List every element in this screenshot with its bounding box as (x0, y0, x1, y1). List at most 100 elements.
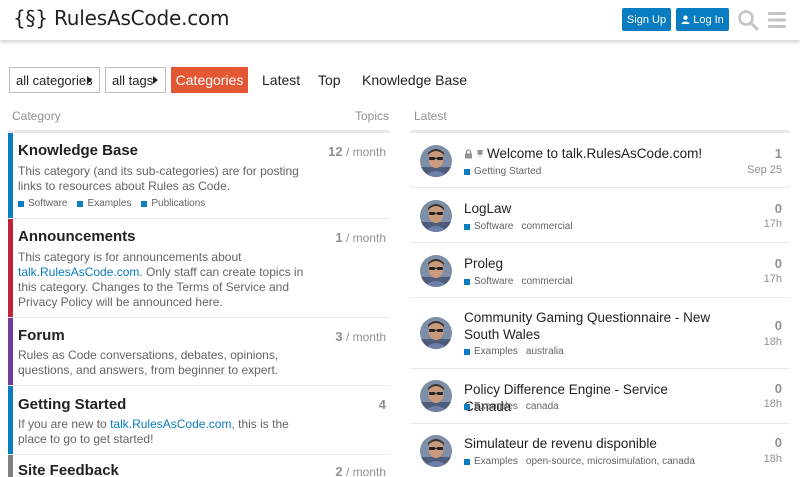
subcategory-list: Software Examples Publications (18, 198, 205, 209)
topic-row[interactable]: Community Gaming Questionnaire - New Sou… (410, 298, 790, 369)
topic-title[interactable]: Community Gaming Questionnaire - New Sou… (464, 309, 714, 343)
topic-count: 3 / month (335, 329, 386, 344)
activity-age[interactable]: 18h (764, 336, 782, 348)
category-row[interactable]: Announcements This category is for annou… (8, 219, 390, 318)
reply-count: 0 (774, 201, 782, 216)
reply-count: 0 (774, 318, 782, 333)
category-badge[interactable]: Examples (464, 346, 518, 357)
reply-count: 0 (774, 256, 782, 271)
category-badge-icon (464, 348, 470, 355)
category-badge[interactable]: Software (464, 276, 513, 287)
avatar[interactable] (420, 145, 452, 177)
category-name[interactable]: Knowledge Base (18, 142, 138, 159)
signup-button[interactable]: Sign Up (622, 8, 671, 31)
topic-title[interactable]: Proleg (464, 255, 714, 272)
category-description: Rules as Code conversations, debates, op… (18, 348, 279, 377)
caret-right-icon (87, 76, 92, 84)
topic-row[interactable]: Proleg Software commercial 0 17h (410, 243, 790, 298)
topic-meta: Examples australia (464, 346, 564, 357)
description-link[interactable]: talk.RulesAsCode.com (18, 265, 139, 279)
tab-latest[interactable]: Latest (262, 67, 300, 93)
site-header: {§} RulesAsCode.com Sign Up Log In (0, 0, 800, 40)
topic-meta: Examples open-source, microsimulation, c… (464, 456, 695, 467)
site-logo[interactable]: {§} RulesAsCode.com (13, 6, 230, 30)
subcategory-link[interactable]: Publications (141, 198, 205, 209)
category-row[interactable]: Forum Rules as Code conversations, debat… (8, 318, 390, 386)
activity-age[interactable]: 18h (764, 398, 782, 410)
tags-dropdown[interactable]: all tags (105, 67, 166, 93)
lock-icon (465, 149, 472, 159)
search-icon[interactable] (737, 9, 759, 31)
category-row[interactable]: Knowledge Base This category (and its su… (8, 133, 390, 219)
description-link[interactable]: talk.RulesAsCode.com (110, 417, 231, 431)
topic-count: 1 / month (335, 230, 386, 245)
topic-meta: Software commercial (464, 221, 573, 232)
avatar[interactable] (420, 380, 452, 412)
category-color-bar (8, 219, 13, 317)
tab-categories[interactable]: Categories (171, 67, 248, 93)
topic-tag[interactable]: australia (526, 346, 564, 357)
category-color-bar (8, 386, 13, 454)
category-badge-icon (141, 200, 148, 207)
category-dropdown-label: all categories (16, 72, 93, 88)
activity-age[interactable]: 17h (764, 273, 782, 285)
topic-tag[interactable]: commercial (521, 276, 572, 287)
hamburger-icon[interactable] (767, 10, 787, 30)
topic-tag[interactable]: commercial (521, 221, 572, 232)
topic-meta: Getting Started (464, 166, 541, 177)
category-color-bar (8, 133, 13, 218)
activity-age[interactable]: 17h (764, 218, 782, 230)
category-name[interactable]: Site Feedback (18, 462, 119, 477)
avatar[interactable] (420, 200, 452, 232)
avatar[interactable] (420, 255, 452, 287)
reply-count: 0 (774, 435, 782, 450)
category-color-bar (8, 455, 13, 477)
topic-title[interactable]: Simulateur de revenu disponible (464, 435, 714, 452)
topic-title[interactable]: Welcome to talk.RulesAsCode.com! (464, 145, 714, 162)
category-row[interactable]: Site Feedback 2 / month (8, 455, 390, 477)
topic-count: 2 / month (335, 464, 386, 477)
category-badge[interactable]: Software (464, 221, 513, 232)
topic-meta: Software commercial (464, 276, 573, 287)
login-button[interactable]: Log In (676, 8, 729, 31)
category-name[interactable]: Forum (18, 327, 65, 344)
category-name[interactable]: Getting Started (18, 396, 126, 413)
category-description: This category (and its sub-categories) a… (18, 164, 299, 193)
subcategory-link[interactable]: Examples (77, 198, 131, 209)
category-badge-icon (464, 403, 470, 410)
topic-tag[interactable]: open-source, microsimulation, canada (526, 456, 695, 467)
reply-count: 1 (774, 146, 782, 161)
category-badge-icon (77, 200, 84, 207)
category-description: This category is for announcements about… (18, 250, 304, 309)
category-dropdown[interactable]: all categories (9, 67, 100, 93)
activity-age[interactable]: 18h (764, 453, 782, 465)
category-badge-icon (18, 200, 24, 207)
topic-count: 4 (378, 397, 386, 412)
category-name[interactable]: Announcements (18, 228, 136, 245)
reply-count: 0 (774, 381, 782, 396)
topic-row[interactable]: LogLaw Software commercial 0 17h (410, 188, 790, 243)
tab-top[interactable]: Top (318, 67, 341, 93)
category-color-bar (8, 318, 13, 385)
avatar[interactable] (420, 317, 452, 349)
topic-tag[interactable]: canada (526, 401, 559, 412)
latest-column-header: Latest (414, 109, 447, 123)
topics-column-header: Topics (355, 109, 390, 123)
category-badge[interactable]: Getting Started (464, 166, 541, 177)
category-row[interactable]: Getting Started If you are new to talk.R… (8, 386, 390, 455)
avatar[interactable] (420, 435, 452, 467)
topic-row[interactable]: Simulateur de revenu disponible Examples… (410, 424, 790, 477)
user-icon (681, 15, 690, 24)
tags-dropdown-label: all tags (112, 72, 154, 88)
activity-age[interactable]: Sep 25 (747, 164, 782, 176)
topic-row[interactable]: Welcome to talk.RulesAsCode.com! Getting… (410, 133, 790, 188)
tab-knowledge-base[interactable]: Knowledge Base (362, 67, 467, 93)
category-badge[interactable]: Examples (464, 456, 518, 467)
topic-row[interactable]: Policy Difference Engine - Service Canad… (410, 369, 790, 424)
category-badge-icon (464, 458, 470, 465)
subcategory-link[interactable]: Software (18, 198, 67, 209)
category-badge[interactable]: Examples (464, 401, 518, 412)
topic-title[interactable]: LogLaw (464, 200, 714, 217)
topic-meta: Examples canada (464, 401, 559, 412)
category-column-header: Category (12, 109, 61, 123)
